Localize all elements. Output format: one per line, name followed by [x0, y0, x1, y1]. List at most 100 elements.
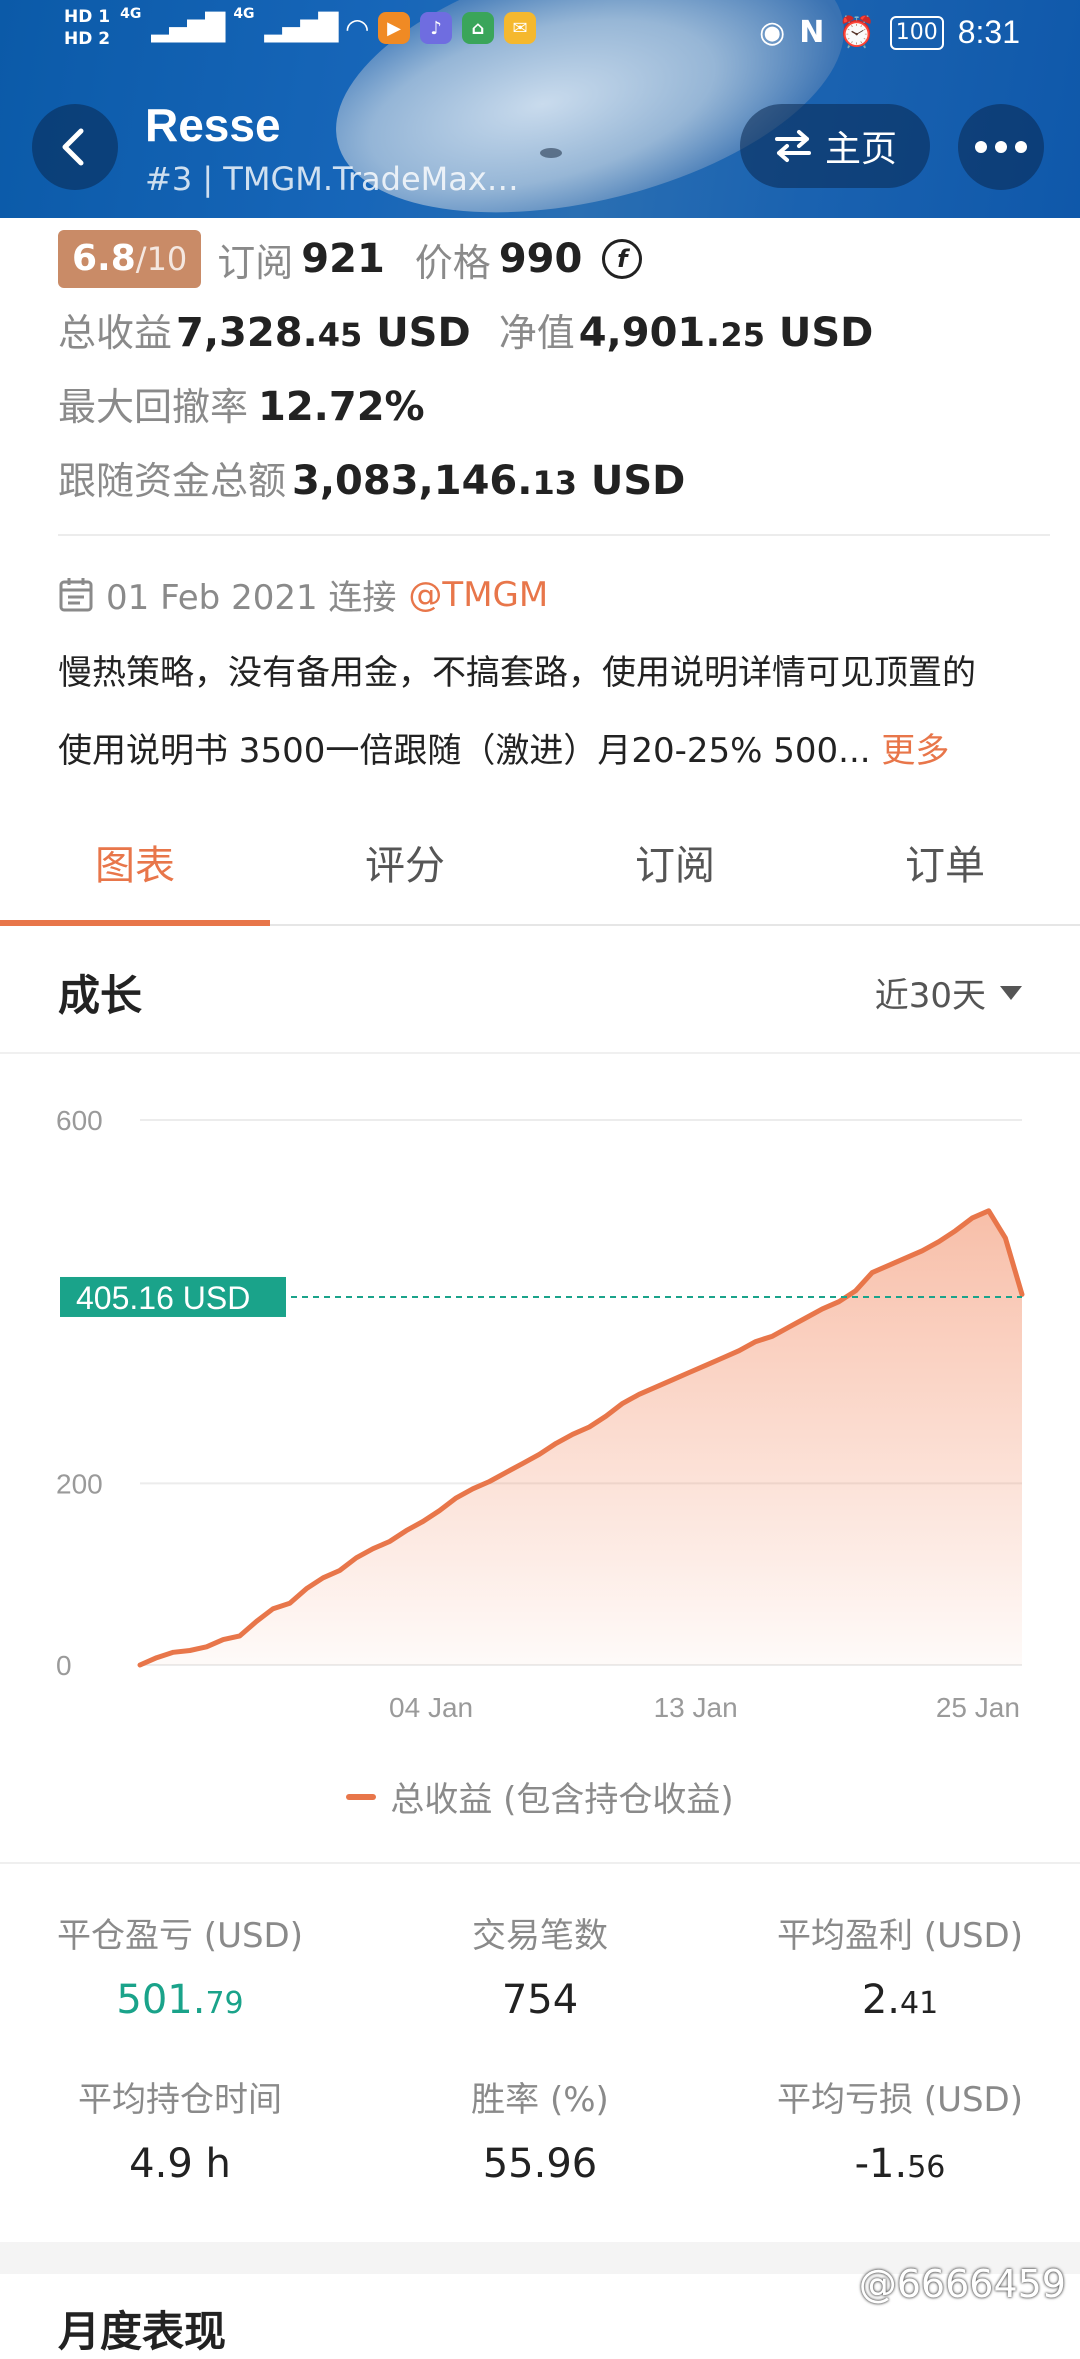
chart-legend: 总收益 (包含持仓收益)	[0, 1772, 1080, 1821]
legend-label: 总收益 (包含持仓收益)	[390, 1780, 734, 1820]
swap-icon	[774, 130, 811, 162]
info-divider	[58, 534, 1050, 536]
current-value-label: 405.16 USD	[76, 1280, 250, 1316]
hd1-label: HD 1	[64, 7, 111, 27]
battery-icon: 100	[889, 15, 944, 50]
connect-date-row: 01 Feb 2021 连接 @TMGM	[58, 570, 548, 619]
video-app-icon: ▶	[378, 12, 411, 44]
price-label: 价格	[414, 240, 491, 285]
whale-eye-decoration	[540, 148, 562, 158]
x-tick-label: 13 Jan	[654, 1692, 738, 1723]
drawdown-label: 最大回撤率	[58, 385, 249, 429]
equity-label: 净值	[498, 311, 575, 355]
alarm-icon: ⏰	[838, 15, 876, 50]
more-dot-icon	[995, 141, 1007, 153]
stat-value-int: 2.	[861, 1977, 900, 2023]
stat-value-int: -1.	[854, 2141, 908, 2187]
stat-value-int: 501.	[116, 1977, 206, 2023]
follow-dec: 13	[532, 464, 577, 502]
description-line-2-text: 使用说明书 3500一倍跟随（激进）月20-25% 500...	[58, 731, 871, 771]
growth-chart: 405.16 USD 600 200 0 04 Jan 13 Jan 25 Jan	[56, 1105, 1025, 1723]
monthly-performance-title: 月度表现	[58, 2307, 227, 2356]
connect-date: 01 Feb 2021 连接	[106, 578, 397, 618]
equity-value: 4,901.25 USD	[579, 310, 874, 356]
rating-value: 6.8	[72, 238, 136, 279]
signal-2-icon: ▂▄▆█	[264, 13, 339, 43]
stats-grid: 平仓盈亏 (USD) 501.79 交易笔数 754 平均盈利 (USD) 2.…	[0, 1862, 1080, 2244]
growth-title: 成长	[58, 971, 143, 1020]
total-profit-int: 7,328.	[176, 310, 318, 356]
rating-badge: 6.8/10	[58, 230, 202, 288]
subscribe-label: 订阅	[217, 240, 294, 285]
nfc-icon: N	[799, 15, 825, 50]
range-dropdown[interactable]: 近30天	[875, 968, 1022, 1017]
equity-dec: 25	[720, 316, 765, 354]
tab-subscribe[interactable]: 订阅	[540, 820, 810, 924]
app-header: HD 1 HD 2 4G ▂▄▆█ 4G ▂▄▆█ ◠ ▶ ♪ ⌂ ✉ ◉ N …	[0, 0, 1080, 218]
follow-funds-row: 跟随资金总额 3,083,146.13 USD	[58, 450, 685, 505]
drawdown-row: 最大回撤率 12.72%	[58, 376, 425, 431]
follow-funds-label: 跟随资金总额	[58, 459, 287, 503]
eye-icon: ◉	[759, 15, 786, 50]
y-tick-label: 600	[56, 1105, 103, 1136]
stat-value-int: 754	[501, 1977, 579, 2023]
stat-value: 4.9 h	[0, 2141, 360, 2187]
page-subtitle: #3 | TMGM.TradeMax…	[145, 160, 519, 198]
tab-chart[interactable]: 图表	[0, 820, 270, 926]
coin-icon: f	[602, 239, 643, 279]
stat-value: -1.56	[720, 2141, 1080, 2187]
clock-time: 8:31	[957, 14, 1020, 50]
stat-label: 平均持仓时间	[78, 2080, 282, 2120]
stat-avg-hold-time: 平均持仓时间 4.9 h	[0, 2072, 360, 2187]
equity-unit: USD	[764, 310, 874, 356]
stat-value: 2.41	[720, 1977, 1080, 2023]
status-right: ◉ N ⏰ 100 8:31	[759, 14, 1020, 51]
tab-orders[interactable]: 订单	[810, 820, 1080, 924]
follow-funds-value: 3,083,146.13 USD	[292, 458, 685, 504]
back-button[interactable]	[32, 104, 118, 190]
wifi-icon: ◠	[346, 11, 369, 45]
home-page-button[interactable]: 主页	[740, 104, 930, 188]
stat-avg-loss: 平均亏损 (USD) -1.56	[720, 2072, 1080, 2187]
more-dot-icon	[1015, 141, 1027, 153]
drawdown-value: 12.72%	[258, 384, 425, 430]
calendar-icon	[59, 577, 93, 611]
more-options-button[interactable]	[958, 104, 1044, 190]
x-tick-label: 04 Jan	[389, 1692, 473, 1723]
total-profit-value: 7,328.45 USD	[176, 310, 471, 356]
y-tick-label: 200	[56, 1468, 103, 1499]
status-bar: HD 1 HD 2 4G ▂▄▆█ 4G ▂▄▆█ ◠ ▶ ♪ ⌂ ✉ ◉ N …	[0, 0, 1080, 72]
stat-closed-pnl: 平仓盈亏 (USD) 501.79	[0, 1908, 360, 2023]
equity-int: 4,901.	[578, 310, 721, 356]
total-profit-unit: USD	[362, 310, 471, 356]
page-title: Resse	[145, 99, 281, 151]
y-tick-label: 0	[56, 1650, 72, 1681]
stat-label: 交易笔数	[472, 1916, 608, 1956]
broker-link[interactable]: @TMGM	[408, 575, 548, 615]
network-1-label: 4G	[120, 6, 142, 22]
total-profit-dec: 45	[317, 316, 363, 354]
stat-value-int: 55.96	[482, 2141, 598, 2187]
status-left: HD 1 HD 2 4G ▂▄▆█ 4G ▂▄▆█ ◠ ▶ ♪ ⌂ ✉	[64, 6, 537, 50]
stat-label: 平均盈利 (USD)	[777, 1916, 1023, 1956]
range-label: 近30天	[874, 976, 986, 1016]
stat-value: 55.96	[360, 2141, 720, 2187]
stat-trade-count: 交易笔数 754	[360, 1908, 720, 2023]
description-line-2: 使用说明书 3500一倍跟随（激进）月20-25% 500... 更多	[58, 712, 1048, 790]
more-link[interactable]: 更多	[881, 731, 949, 771]
growth-section-header: 成长 近30天	[0, 926, 1080, 1054]
home-page-label: 主页	[824, 129, 897, 170]
stat-label: 胜率 (%)	[471, 2080, 609, 2120]
tab-bar: 图表 评分 订阅 订单	[0, 820, 1080, 926]
chevron-left-icon	[62, 128, 84, 166]
stat-value-dec: 56	[907, 2150, 946, 2185]
stat-value: 501.79	[0, 1977, 360, 2023]
profit-row: 总收益 7,328.45 USD 净值 4,901.25 USD	[58, 302, 873, 357]
stat-value-int: 4.9 h	[129, 2141, 231, 2187]
hd-indicator: HD 1 HD 2	[64, 6, 110, 50]
follow-int: 3,083,146.	[292, 458, 533, 504]
watermark: @6666459	[858, 2262, 1066, 2306]
tab-rating[interactable]: 评分	[270, 820, 540, 924]
subscribe-count: 921	[301, 236, 385, 282]
current-value-tag: 405.16 USD	[60, 1276, 286, 1317]
